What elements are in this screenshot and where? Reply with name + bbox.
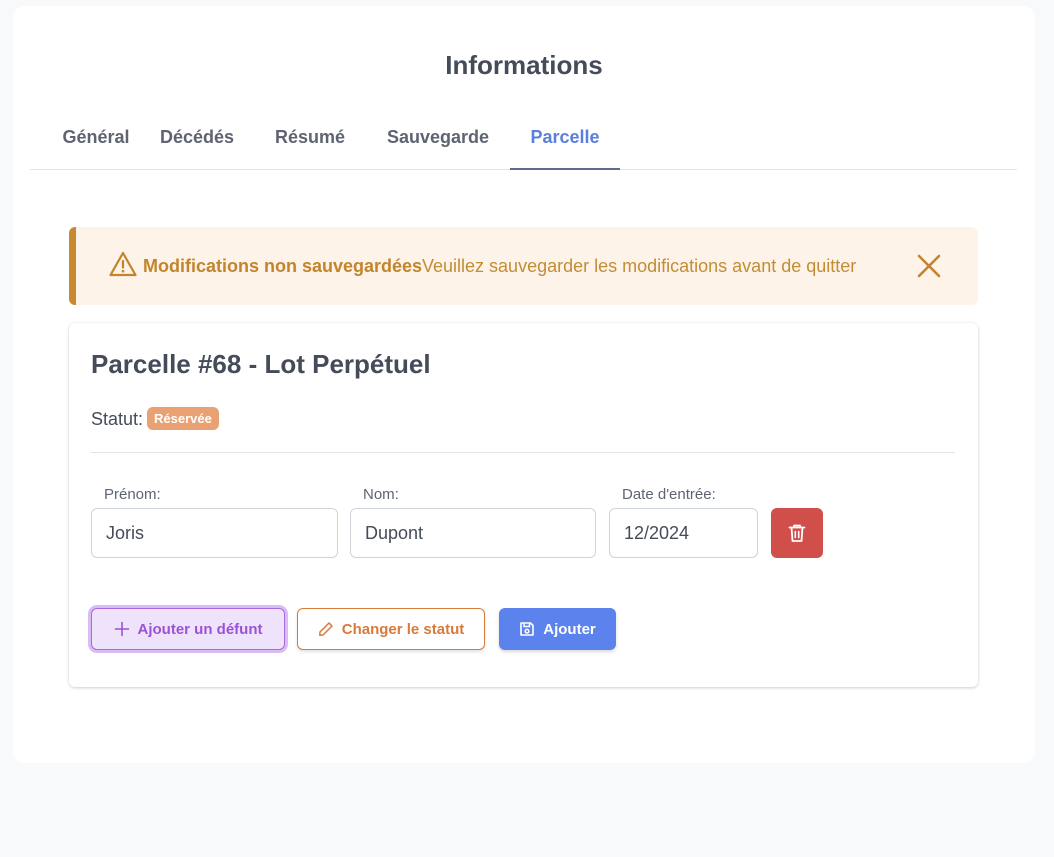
alert-title: Modifications non sauvegardées <box>143 256 423 276</box>
plus-icon <box>114 621 129 637</box>
first-name-input[interactable] <box>91 508 338 558</box>
tab-bar: Général Décédés Résumé Sauvegarde Parcel… <box>30 116 1017 170</box>
first-name-label: Prénom: <box>104 486 161 503</box>
change-status-button[interactable]: Changer le statut <box>297 608 485 650</box>
tab-deceased[interactable]: Décédés <box>157 116 237 170</box>
add-button[interactable]: Ajouter <box>499 608 616 650</box>
last-name-label: Nom: <box>363 486 399 503</box>
entry-date-label: Date d'entrée: <box>622 486 716 503</box>
unsaved-changes-alert: Modifications non sauvegardées Veuillez … <box>69 227 978 305</box>
tab-backup[interactable]: Sauvegarde <box>384 116 492 170</box>
tab-parcel[interactable]: Parcelle <box>526 116 604 170</box>
pencil-icon <box>318 622 333 636</box>
tab-general[interactable]: Général <box>52 116 140 170</box>
alert-message: Veuillez sauvegarder les modifications a… <box>422 256 857 276</box>
main-container: Informations Général Décédés Résumé Sauv… <box>13 6 1035 763</box>
page-title: Informations <box>445 50 603 80</box>
change-status-label: Changer le statut <box>341 620 465 638</box>
add-label: Ajouter <box>543 620 596 638</box>
status-label: Statut: <box>91 409 144 429</box>
trash-icon <box>788 524 806 542</box>
delete-button[interactable] <box>771 508 823 558</box>
parcel-card: Parcelle #68 - Lot Perpétuel Statut: Rés… <box>69 323 978 687</box>
add-deceased-button[interactable]: Ajouter un défunt <box>91 608 285 650</box>
close-icon[interactable] <box>916 253 942 279</box>
entry-date-input[interactable] <box>609 508 758 558</box>
warning-triangle-icon <box>109 251 137 277</box>
status-badge: Réservée <box>147 407 219 430</box>
parcel-title: Parcelle #68 - Lot Perpétuel <box>91 349 431 379</box>
active-tab-indicator <box>510 168 620 170</box>
tab-summary[interactable]: Résumé <box>273 116 347 170</box>
save-icon <box>520 622 535 636</box>
divider <box>91 452 955 453</box>
add-deceased-label: Ajouter un défunt <box>137 620 263 638</box>
last-name-input[interactable] <box>350 508 596 558</box>
